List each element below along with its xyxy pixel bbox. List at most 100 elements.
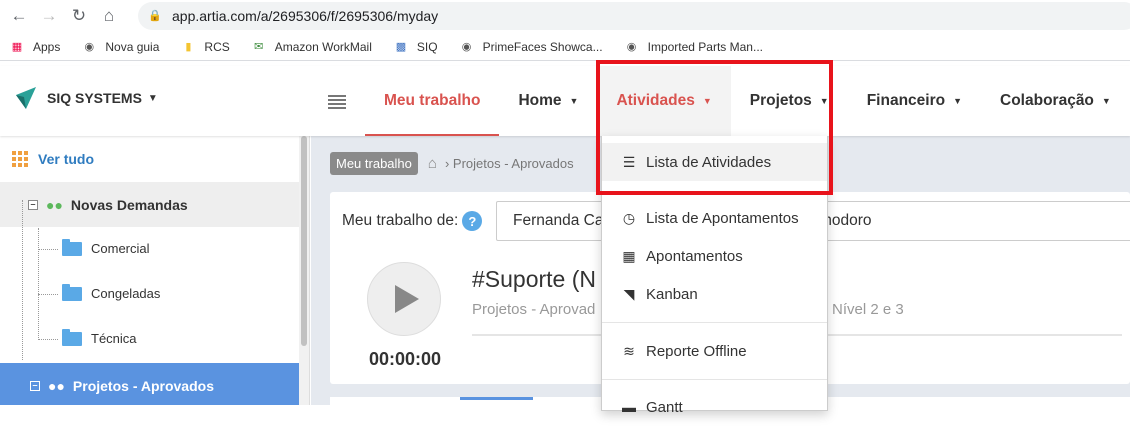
nav-label: Projetos (749, 92, 812, 109)
bookmark-label: PrimeFaces Showca... (482, 39, 603, 54)
help-icon[interactable]: ? (462, 211, 483, 231)
sidebar-label: Projetos - Aprovados (72, 377, 214, 394)
nav-label: Colaboração (1000, 92, 1094, 109)
top-nav: Meu trabalho Home ▼ Atividades ▼ Projetos ▼… (365, 66, 1130, 136)
nav-financeiro[interactable]: Financeiro ▼ (848, 66, 981, 136)
home-icon[interactable]: ⌂ (428, 155, 437, 172)
menu-item-label: Kanban (646, 285, 698, 303)
chevron-down-icon: ▼ (819, 96, 829, 106)
sidebar-item-congeladas[interactable]: Congeladas (0, 271, 299, 316)
sidebar-item-novas-demandas[interactable]: – ●● Novas Demandas (0, 182, 299, 227)
chevron-down-icon: ▼ (953, 96, 963, 106)
app-header: SIQ SYSTEMS ▼ Meu trabalho Home ▼ Ativida… (0, 66, 1130, 136)
scrollbar-thumb[interactable] (301, 136, 307, 346)
folder-icon: ▮ (185, 41, 192, 53)
chevron-down-icon: ▼ (147, 92, 158, 104)
url-text: app.artia.com/a/2695306/f/2695306/myday (172, 8, 439, 24)
menu-item-lista-atividades[interactable]: ☰ Lista de Atividades (602, 143, 827, 181)
nav-label: Meu trabalho (384, 92, 481, 109)
breadcrumb-path[interactable]: › Projetos - Aprovados (445, 156, 574, 171)
sidebar-label: Ver tudo (38, 150, 95, 167)
bookmark-siq[interactable]: ▩ SIQ (394, 40, 438, 54)
kanban-icon: ◥ (623, 285, 635, 302)
menu-item-apontamentos[interactable]: ▦ Apontamentos (602, 237, 827, 275)
task-path-suffix: Nível 2 e 3 (832, 301, 904, 318)
bookmark-label: RCS (204, 39, 230, 54)
folder-icon (62, 328, 82, 346)
nav-projetos[interactable]: Projetos ▼ (731, 66, 848, 136)
menu-divider (602, 379, 827, 380)
bookmark-label: SIQ (416, 39, 438, 54)
bookmark-primefaces[interactable]: ◉ PrimeFaces Showca... (460, 40, 603, 54)
siq-logo-icon (16, 87, 36, 109)
work-label: Meu trabalho de: ? (342, 211, 483, 231)
nav-atividades[interactable]: Atividades ▼ (597, 66, 731, 136)
breadcrumb: Meu trabalho ⌂ › Projetos - Aprovados (330, 152, 574, 175)
timer: 00:00:00 (369, 349, 442, 369)
home-icon[interactable]: ⌂ (98, 5, 120, 27)
atividades-dropdown: ☰ Lista de Atividades ◷ Lista de Apontam… (601, 136, 828, 416)
group-icon: ●● (48, 377, 65, 394)
chart-icon: ▩ (395, 41, 407, 53)
offline-icon: ≋ (623, 342, 635, 359)
menu-item-label: Apontamentos (646, 247, 743, 265)
bookmarks-bar: ▦ Apps ◉ Nova guia ▮ RCS ✉ Amazon WorkMa… (0, 33, 1130, 61)
sidebar-item-tecnica[interactable]: Técnica (0, 316, 299, 361)
play-button[interactable] (367, 262, 441, 336)
bookmark-nova-guia[interactable]: ◉ Nova guia (82, 39, 160, 54)
collapse-icon[interactable]: – (30, 380, 40, 391)
list-icon: ☰ (622, 153, 636, 170)
sidebar-label: Comercial (91, 241, 150, 256)
primefaces-icon: ◉ (461, 41, 472, 53)
active-tab-indicator (460, 397, 533, 400)
bookmark-rcs[interactable]: ▮ RCS (181, 40, 229, 54)
forward-arrow-icon[interactable]: → (38, 5, 60, 27)
collapse-icon[interactable]: – (28, 199, 38, 210)
nav-label: Atividades (616, 92, 695, 109)
menu-item-label: Reporte Offline (646, 342, 747, 360)
bookmark-amazon-workmail[interactable]: ✉ Amazon WorkMail (252, 40, 372, 54)
task-path: Projetos - Aprovad (472, 301, 596, 318)
grid-icon (12, 150, 28, 167)
bookmark-apps[interactable]: ▦ Apps (10, 39, 61, 54)
sidebar-label: Novas Demandas (70, 196, 188, 213)
sidebar-item-ver-tudo[interactable]: Ver tudo (0, 136, 299, 181)
group-icon: ●● (46, 196, 63, 213)
bookmark-imported-parts[interactable]: ◉ Imported Parts Man... (625, 40, 763, 54)
calendar-grid-icon: ▦ (622, 247, 636, 264)
mail-icon: ✉ (254, 41, 264, 53)
sidebar-item-comercial[interactable]: Comercial (0, 226, 299, 271)
sidebar-label: Técnica (91, 331, 137, 346)
menu-item-label: Lista de Atividades (646, 153, 772, 171)
breadcrumb-tag[interactable]: Meu trabalho (330, 152, 418, 175)
back-arrow-icon[interactable]: ← (8, 5, 30, 27)
play-icon (395, 285, 419, 313)
nav-label: Financeiro (866, 92, 946, 109)
reload-icon[interactable]: ↻ (68, 5, 90, 27)
apps-grid-icon: ▦ (11, 41, 23, 53)
hamburger-menu-icon[interactable] (328, 95, 346, 109)
sidebar-scrollbar[interactable] (299, 136, 309, 405)
menu-divider (602, 191, 827, 192)
nav-label: Home (518, 92, 562, 109)
nav-meu-trabalho[interactable]: Meu trabalho (365, 66, 500, 136)
address-bar[interactable]: 🔒 app.artia.com/a/2695306/f/2695306/myda… (138, 2, 1130, 30)
bookmark-label: Nova guia (105, 39, 160, 54)
bookmark-label: Apps (33, 39, 61, 54)
sidebar-item-projetos-aprovados[interactable]: – ●● Projetos - Aprovados (0, 363, 299, 405)
folder-icon (62, 283, 82, 301)
chevron-down-icon: ▼ (702, 96, 712, 106)
task-title[interactable]: #Suporte (N (472, 266, 596, 293)
menu-item-lista-apontamentos[interactable]: ◷ Lista de Apontamentos (602, 199, 827, 237)
globe-icon: ◉ (84, 41, 95, 53)
menu-item-kanban[interactable]: ◥ Kanban (602, 275, 827, 313)
sidebar-label: Congeladas (91, 286, 161, 301)
chevron-down-icon: ▼ (1101, 96, 1111, 106)
nav-colaboracao[interactable]: Colaboração ▼ (981, 66, 1130, 136)
menu-item-reporte-offline[interactable]: ≋ Reporte Offline (602, 332, 827, 370)
brand-name: SIQ SYSTEMS (47, 90, 142, 106)
brand-menu[interactable]: SIQ SYSTEMS ▼ (14, 85, 158, 111)
menu-item-gantt[interactable]: ▬ Gantt (602, 388, 827, 426)
menu-divider (602, 322, 827, 323)
nav-home[interactable]: Home ▼ (499, 66, 597, 136)
